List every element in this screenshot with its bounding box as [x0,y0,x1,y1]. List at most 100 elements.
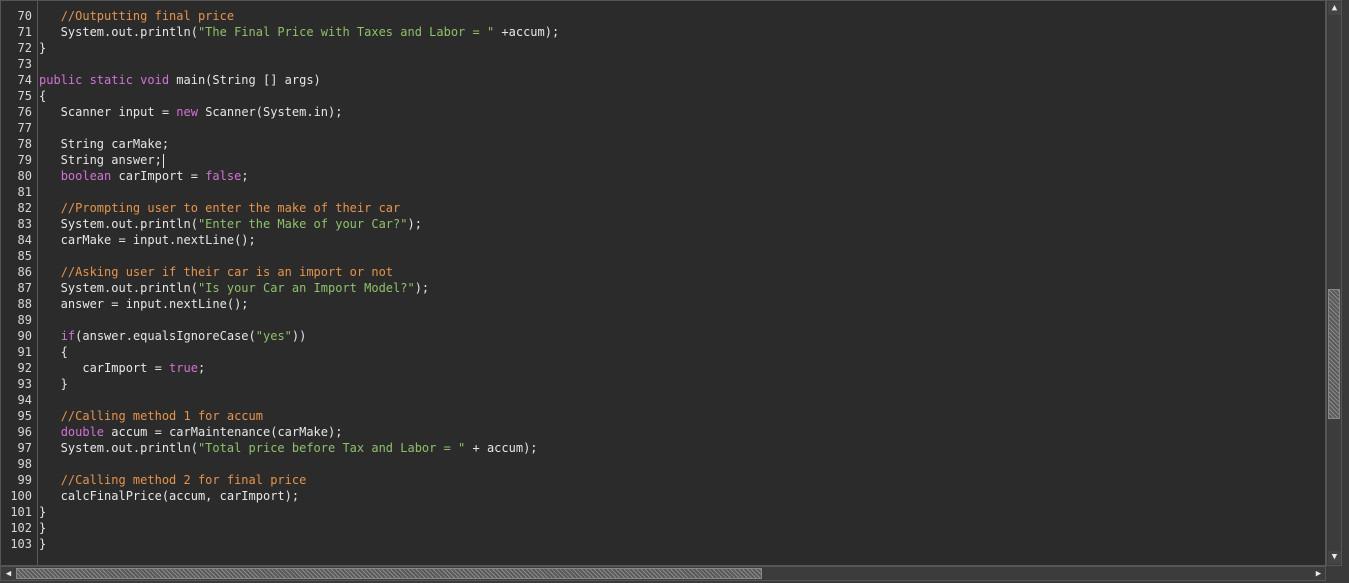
code-keyword: boolean [60,169,112,183]
line-number: 95 [17,409,32,423]
line-number: 100 [10,489,32,503]
line-number: 81 [17,185,32,199]
scroll-up-icon[interactable]: ▲ [1328,2,1341,15]
code-token: System.out.println( [39,25,198,39]
code-token: System.out.println( [39,441,198,455]
code-token: } [39,377,68,391]
code-text[interactable]: } [39,504,46,520]
vertical-scroll-thumb[interactable] [1328,289,1340,419]
code-text[interactable]: answer = input.nextLine(); [39,296,249,312]
horizontal-scrollbar[interactable]: ◀ ▶ [0,566,1326,581]
code-text[interactable]: //Prompting user to enter the make of th… [39,200,401,216]
code-comment: //Calling method 1 for accum [60,409,263,423]
code-token: String carMake; [39,137,170,151]
line-number: 71 [17,25,32,39]
code-text[interactable]: //Asking user if their car is an import … [39,264,393,280]
code-text[interactable]: public static void main(String [] args) [39,72,321,88]
code-token: Scanner(System.in); [197,105,343,119]
code-token: +accum); [494,25,560,39]
code-token: { [39,345,68,359]
line-number: 83 [17,217,32,231]
code-text[interactable]: if(answer.equalsIgnoreCase("yes")) [39,328,307,344]
line-number: 75 [17,89,32,103]
line-number: 74 [17,73,32,87]
code-string: "Total price before Tax and Labor = " [197,441,466,455]
line-number: 101 [10,505,32,519]
line-number: 91 [17,345,32,359]
code-token: System.out.println( [39,217,198,231]
line-number: 90 [17,329,32,343]
code-token: ); [414,281,430,295]
code-text[interactable]: String answer; [39,152,164,168]
code-text[interactable]: } [39,40,46,56]
line-number: 82 [17,201,32,215]
code-string: "The Final Price with Taxes and Labor = … [197,25,495,39]
code-text[interactable]: System.out.println("The Final Price with… [39,24,560,40]
code-token: { [39,89,47,103]
line-number: 77 [17,121,32,135]
vertical-scrollbar[interactable]: ▲ ▼ [1326,0,1342,566]
line-number: 76 [17,105,32,119]
code-keyword: double [60,425,105,439]
line-number: 89 [17,313,32,327]
code-text[interactable]: } [39,520,46,536]
code-text[interactable]: System.out.println("Is your Car an Impor… [39,280,429,296]
code-text[interactable]: { [39,88,46,104]
code-text[interactable]: //Calling method 1 for accum [39,408,263,424]
code-text[interactable]: //Outputting final price [39,8,234,24]
line-number: 72 [17,41,32,55]
code-token: + accum); [465,441,538,455]
code-text[interactable]: Scanner input = new Scanner(System.in); [39,104,343,120]
code-editor[interactable]: 70 //Outputting final price 71 System.out… [0,0,1326,566]
code-token: System.out.println( [39,281,198,295]
code-text[interactable]: carImport = true; [39,360,205,376]
code-text[interactable]: } [39,376,68,392]
code-keyword: false [205,169,242,183]
line-number: 70 [17,9,32,23]
code-text[interactable]: } [39,536,46,552]
scroll-down-icon[interactable]: ▼ [1328,551,1341,564]
code-text[interactable]: carMake = input.nextLine(); [39,232,256,248]
scroll-left-icon[interactable]: ◀ [2,568,15,580]
horizontal-scroll-thumb[interactable] [16,568,762,579]
line-number: 87 [17,281,32,295]
code-token: calcFinalPrice(accum, carImport); [39,489,300,503]
text-caret [162,153,164,168]
code-comment: //Outputting final price [60,9,235,23]
line-number: 92 [17,361,32,375]
line-number: 88 [17,297,32,311]
scroll-right-icon[interactable]: ▶ [1312,568,1325,580]
code-text[interactable]: //Calling method 2 for final price [39,472,307,488]
code-text[interactable]: System.out.println("Enter the Make of yo… [39,216,422,232]
line-number: 99 [17,473,32,487]
code-token: (answer.equalsIgnoreCase( [75,329,256,343]
code-text[interactable]: String carMake; [39,136,169,152]
code-token: carMake = input.nextLine(); [39,233,256,247]
line-number: 98 [17,457,32,471]
code-token: } [39,41,47,55]
code-token: String answer; [39,153,162,167]
code-text[interactable]: calcFinalPrice(accum, carImport); [39,488,299,504]
code-token: main(String [] args) [169,73,321,87]
code-token: ; [197,361,206,375]
code-token: ); [407,217,422,231]
code-token: Scanner input = [39,105,177,119]
code-token: )) [291,329,307,343]
code-comment: //Asking user if their car is an import … [60,265,394,279]
code-keyword: new [176,105,198,119]
code-keyword: public static void [39,73,170,87]
code-text[interactable]: System.out.println("Total price before T… [39,440,538,456]
code-text[interactable]: double accum = carMaintenance(carMake); [39,424,343,440]
code-token: ; [241,169,249,183]
line-number: 85 [17,249,32,263]
code-comment: //Prompting user to enter the make of th… [60,201,401,215]
code-keyword: if [60,329,76,343]
code-token: answer = input.nextLine(); [39,297,249,311]
line-number: 84 [17,233,32,247]
code-text[interactable]: boolean carImport = false; [39,168,249,184]
code-text[interactable]: { [39,344,68,360]
